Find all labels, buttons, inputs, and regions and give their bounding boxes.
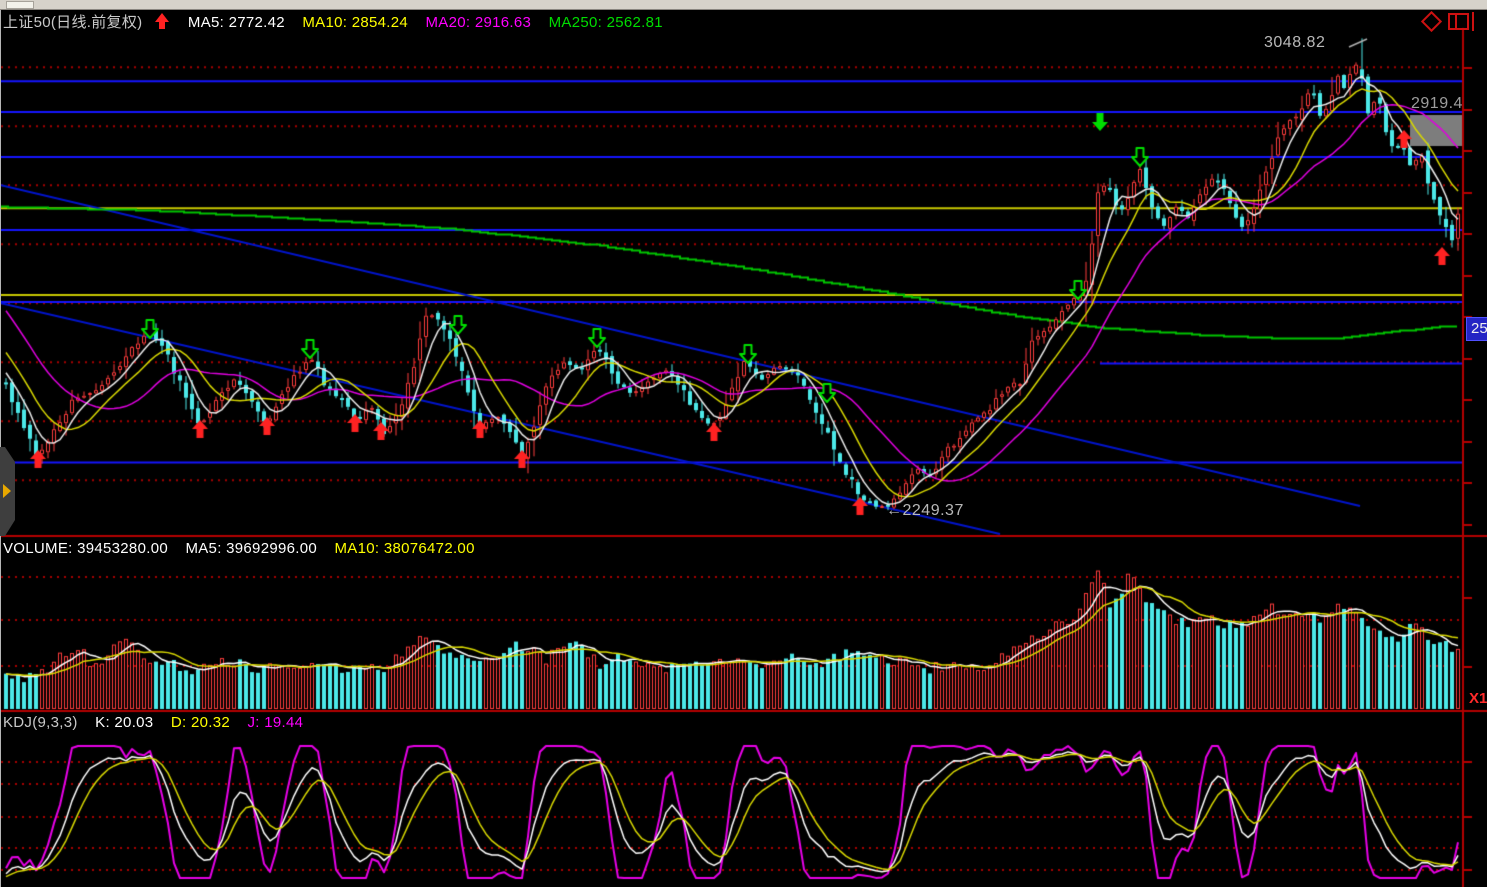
volume-readout: VOLUME: 39453280.00 [3, 540, 168, 557]
kdj-k-readout: K: 20.03 [95, 714, 153, 731]
diamond-icon[interactable] [1421, 11, 1442, 32]
kdj-header: KDJ(9,3,3) K: 20.03 D: 20.32 J: 19.44 [3, 714, 316, 731]
ma20-readout: MA20: 2916.63 [426, 14, 532, 31]
window-top-strip [0, 0, 1487, 10]
ma250-axis-badge: 25 [1466, 317, 1487, 341]
ma10-readout: MA10: 2854.24 [302, 14, 408, 31]
ma250-readout: MA250: 2562.81 [549, 14, 663, 31]
volume-scale-label: X1 [1469, 690, 1487, 707]
marked-price-label: 2919.4 [1411, 95, 1463, 113]
axis-top-mark [1472, 12, 1474, 31]
stock-chart-window: 上证50(日线.前复权) MA5: 2772.42 MA10: 2854.24 … [0, 0, 1487, 887]
peak-price-label: 3048.82 [1264, 34, 1325, 52]
volume-header: VOLUME: 39453280.00 MA5: 39692996.00 MA1… [3, 540, 488, 557]
kdj-j-readout: J: 19.44 [248, 714, 304, 731]
chart-corner-icons [1420, 12, 1484, 32]
split-window-icon[interactable] [1448, 13, 1469, 30]
toolbar-fragment [6, 1, 34, 9]
red-up-arrow-icon [155, 13, 170, 30]
sidebar-expand-tab[interactable] [0, 447, 15, 536]
kdj-d-readout: D: 20.32 [171, 714, 230, 731]
chart-title: 上证50(日线.前复权) [3, 14, 142, 31]
chart-canvas[interactable] [0, 0, 1487, 887]
expand-arrow-icon [3, 484, 11, 498]
kdj-name: KDJ(9,3,3) [3, 714, 78, 731]
volume-ma10-readout: MA10: 38076472.00 [335, 540, 475, 557]
trough-price-label: ←2249.37 [886, 502, 964, 520]
main-chart-header: 上证50(日线.前复权) MA5: 2772.42 MA10: 2854.24 … [3, 11, 676, 32]
volume-ma5-readout: MA5: 39692996.00 [185, 540, 317, 557]
ma5-readout: MA5: 2772.42 [188, 14, 285, 31]
